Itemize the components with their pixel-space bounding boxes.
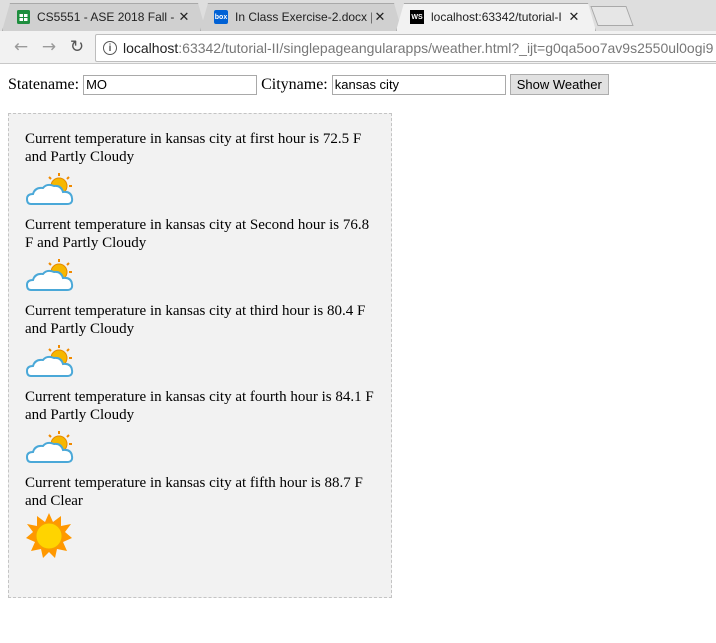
tab-localhost[interactable]: WS localhost:63342/tutorial-I ✕ [396, 3, 596, 31]
webstorm-icon-text: WS [411, 13, 423, 21]
tab-strip: CS5551 - ASE 2018 Fall - ✕ box In Class … [0, 0, 716, 31]
back-arrow-icon[interactable]: ← [11, 37, 31, 57]
webstorm-icon: WS [410, 10, 424, 24]
url-text: localhost:63342/tutorial-II/singlepagean… [123, 40, 713, 56]
state-input[interactable] [83, 74, 258, 95]
state-label: Statename: [8, 75, 80, 93]
tab-close-icon[interactable]: ✕ [372, 10, 388, 25]
weather-results: Current temperature in kansas city at fi… [8, 113, 392, 598]
page-content: Statename: Cityname: Show Weather Curren… [0, 64, 716, 643]
box-icon: box [214, 10, 228, 24]
url-path: :63342/tutorial-II/singlepageangularapps… [178, 40, 714, 56]
partly-cloudy-icon [25, 345, 74, 377]
new-tab-button[interactable] [590, 6, 634, 26]
address-bar[interactable]: i localhost:63342/tutorial-II/singlepage… [95, 34, 716, 62]
google-sheets-icon [16, 10, 30, 24]
weather-entry-3: Current temperature in kansas city at th… [25, 303, 366, 337]
box-icon-text: box [214, 13, 228, 21]
browser-toolbar: ← → ↻ i localhost:63342/tutorial-II/sing… [0, 31, 716, 64]
reload-icon[interactable]: ↻ [67, 37, 87, 57]
weather-entry-5: Current temperature in kansas city at fi… [25, 475, 363, 509]
tab-box[interactable]: box In Class Exercise-2.docx | ✕ [200, 3, 402, 31]
partly-cloudy-icon [25, 431, 74, 463]
info-icon[interactable]: i [103, 41, 117, 55]
weather-form: Statename: Cityname: Show Weather [8, 74, 609, 95]
weather-entry-1: Current temperature in kansas city at fi… [25, 131, 362, 165]
partly-cloudy-icon [25, 259, 74, 291]
tab-title: localhost:63342/tutorial-I [431, 10, 562, 24]
tab-close-icon[interactable]: ✕ [566, 10, 582, 25]
weather-entry-4: Current temperature in kansas city at fo… [25, 389, 374, 423]
tab-title: CS5551 - ASE 2018 Fall - [37, 10, 175, 24]
forward-arrow-icon[interactable]: → [39, 37, 59, 57]
tab-close-icon[interactable]: ✕ [176, 10, 192, 25]
tab-sheets[interactable]: CS5551 - ASE 2018 Fall - ✕ [2, 3, 206, 31]
sunny-icon [26, 513, 72, 558]
show-weather-button[interactable]: Show Weather [509, 74, 609, 95]
city-label: Cityname: [261, 75, 328, 93]
city-input[interactable] [331, 74, 506, 95]
partly-cloudy-icon [25, 173, 74, 205]
weather-entry-2: Current temperature in kansas city at Se… [25, 217, 370, 251]
tab-title: In Class Exercise-2.docx | [235, 10, 372, 24]
url-host: localhost [123, 40, 179, 56]
